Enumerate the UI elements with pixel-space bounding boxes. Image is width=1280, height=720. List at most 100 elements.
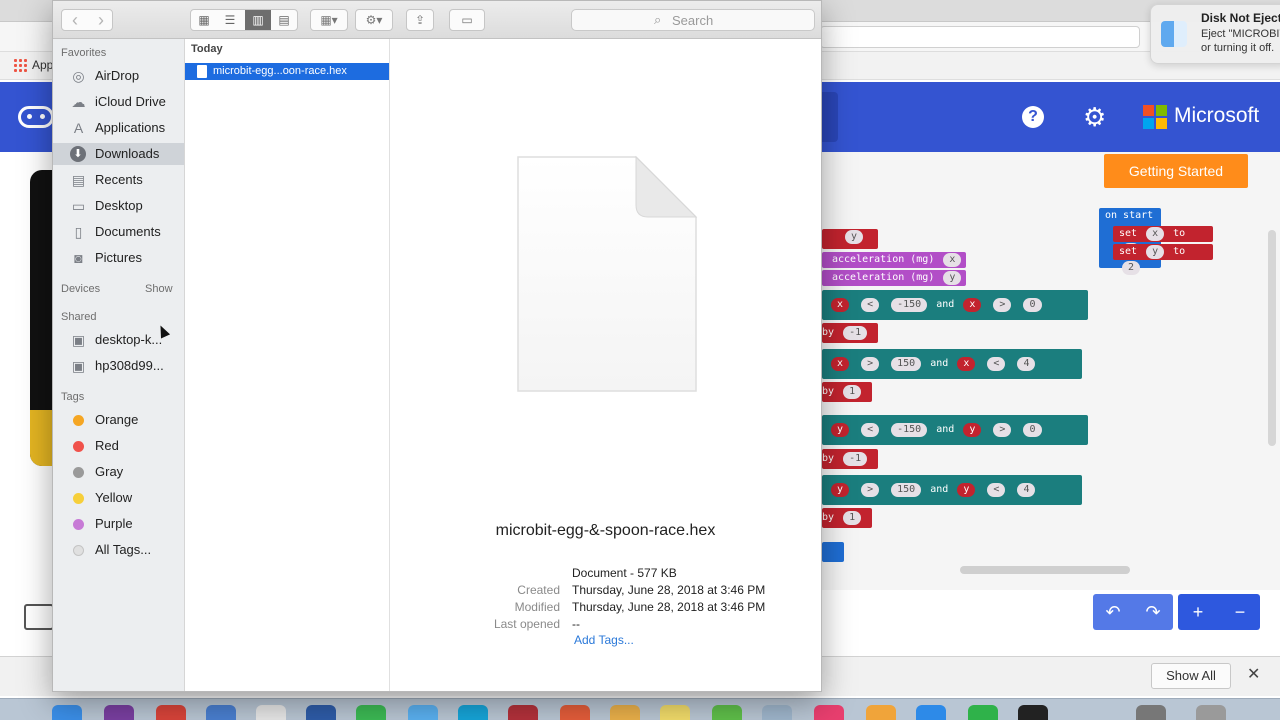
operator-pill[interactable]: >: [861, 483, 880, 497]
operator-pill[interactable]: >: [861, 357, 880, 371]
operator-pill[interactable]: >: [993, 298, 1012, 312]
change-by-block[interactable]: by 1: [822, 382, 872, 402]
sidebar-item-shared-desktop[interactable]: ▣ desktop-k...: [53, 329, 184, 351]
dock-app-icon[interactable]: [660, 705, 690, 720]
var-y-pill[interactable]: y: [957, 483, 976, 497]
file-row-selected[interactable]: microbit-egg...oon-race.hex: [185, 63, 389, 80]
sidebar-tag-yellow[interactable]: Yellow: [53, 487, 184, 509]
sidebar-all-tags[interactable]: All Tags...: [53, 539, 184, 561]
help-icon[interactable]: ?: [1022, 106, 1044, 128]
add-tags-link[interactable]: Add Tags...: [574, 633, 634, 647]
dock-app-icon[interactable]: [206, 705, 236, 720]
dock-app-icon[interactable]: [256, 705, 286, 720]
code-block[interactable]: y: [822, 229, 878, 249]
value-pill[interactable]: -1: [843, 326, 868, 340]
axis-y-pill[interactable]: y: [943, 271, 962, 285]
dock-app-icon[interactable]: [1018, 705, 1048, 720]
sidebar-item-recents[interactable]: ▤ Recents: [53, 169, 184, 191]
value-pill[interactable]: 150: [891, 483, 922, 497]
dock-app-icon[interactable]: [458, 705, 488, 720]
compare-block[interactable]: x > 150 and x < 4: [822, 349, 1082, 379]
workspace-horizontal-scrollbar[interactable]: [960, 566, 1130, 574]
collapse-simulator-button[interactable]: [24, 604, 54, 630]
change-by-block[interactable]: by 1: [822, 508, 872, 528]
sidebar-item-icloud-drive[interactable]: ☁ iCloud Drive: [53, 91, 184, 113]
arrange-button[interactable]: ▦▾: [310, 9, 348, 31]
value-pill[interactable]: -150: [891, 298, 928, 312]
operator-pill[interactable]: <: [987, 483, 1006, 497]
code-block[interactable]: [822, 542, 844, 562]
operator-pill[interactable]: >: [993, 423, 1012, 437]
value-pill[interactable]: -150: [891, 423, 928, 437]
gear-icon[interactable]: ⚙: [1083, 104, 1106, 130]
dock-app-icon[interactable]: [712, 705, 742, 720]
var-x-pill[interactable]: x: [957, 357, 976, 371]
sidebar-item-documents[interactable]: ▯ Documents: [53, 221, 184, 243]
apps-grid-icon[interactable]: [13, 58, 27, 72]
dock-app-icon[interactable]: [306, 705, 336, 720]
dock-app-icon[interactable]: [104, 705, 134, 720]
value-pill[interactable]: 150: [891, 357, 922, 371]
close-download-bar-icon[interactable]: ✕: [1247, 664, 1260, 684]
icon-view-icon[interactable]: ▦: [191, 10, 217, 30]
var-x-pill[interactable]: x: [831, 357, 850, 371]
sidebar-tag-orange[interactable]: Orange: [53, 409, 184, 431]
dock-app-icon[interactable]: [1136, 705, 1166, 720]
value-pill[interactable]: 4: [1017, 357, 1036, 371]
operator-pill[interactable]: <: [861, 298, 880, 312]
list-view-icon[interactable]: ☰: [217, 10, 243, 30]
set-x-block[interactable]: set x to 2: [1113, 226, 1213, 257]
operator-pill[interactable]: <: [861, 423, 880, 437]
sidebar-item-shared-hp[interactable]: ▣ hp308d99...: [53, 355, 184, 377]
dock-trash-icon[interactable]: [1196, 705, 1226, 720]
var-y-pill[interactable]: y: [963, 423, 982, 437]
action-button[interactable]: ⚙▾: [355, 9, 393, 31]
url-field[interactable]: [820, 26, 1140, 48]
dock-app-icon[interactable]: [156, 705, 186, 720]
dock-app-icon[interactable]: [916, 705, 946, 720]
undo-button[interactable]: ↶: [1093, 594, 1133, 630]
back-button[interactable]: ‹: [62, 10, 88, 30]
disk-not-ejected-notification[interactable]: Disk Not Ejected Eject "MICROBIT" before…: [1150, 4, 1280, 64]
var-x-pill[interactable]: x: [1146, 227, 1165, 241]
compare-block[interactable]: y > 150 and y < 4: [822, 475, 1082, 505]
forward-button[interactable]: ›: [88, 10, 114, 30]
project-name-box[interactable]: [820, 92, 838, 142]
sidebar-tag-red[interactable]: Red: [53, 435, 184, 457]
sidebar-item-desktop[interactable]: ▭ Desktop: [53, 195, 184, 217]
operator-pill[interactable]: <: [987, 357, 1006, 371]
sidebar-tag-gray[interactable]: Gray: [53, 461, 184, 483]
dock-app-icon[interactable]: [52, 705, 82, 720]
value-pill[interactable]: 1: [843, 511, 862, 525]
gallery-view-icon[interactable]: ▤: [271, 10, 297, 30]
sidebar-item-airdrop[interactable]: ◎ AirDrop: [53, 65, 184, 87]
value-pill[interactable]: 0: [1023, 298, 1042, 312]
var-x-pill[interactable]: x: [831, 298, 850, 312]
change-by-block[interactable]: by -1: [822, 449, 878, 469]
search-input[interactable]: ⌕ Search: [571, 9, 815, 31]
compare-block[interactable]: x < -150 and x > 0: [822, 290, 1088, 320]
var-y-pill[interactable]: y: [845, 230, 864, 244]
devices-show-toggle[interactable]: Show: [145, 283, 173, 295]
dock-app-icon[interactable]: [610, 705, 640, 720]
microbit-logo-icon[interactable]: [18, 106, 54, 128]
dock-app-icon[interactable]: [508, 705, 538, 720]
tags-button[interactable]: ▭: [449, 9, 485, 31]
var-x-pill[interactable]: x: [963, 298, 982, 312]
column-view-icon[interactable]: ▥: [245, 10, 271, 30]
value-pill[interactable]: 0: [1023, 423, 1042, 437]
dock-app-icon[interactable]: [814, 705, 844, 720]
workspace-vertical-scrollbar[interactable]: [1268, 230, 1276, 446]
redo-button[interactable]: ↷: [1133, 594, 1173, 630]
sidebar-tag-purple[interactable]: Purple: [53, 513, 184, 535]
value-pill[interactable]: 1: [843, 385, 862, 399]
sidebar-item-pictures[interactable]: ◙ Pictures: [53, 247, 184, 269]
var-y-pill[interactable]: y: [1146, 245, 1165, 259]
show-all-downloads-button[interactable]: Show All: [1151, 663, 1231, 689]
value-pill[interactable]: -1: [843, 452, 868, 466]
axis-x-pill[interactable]: x: [943, 253, 962, 267]
set-y-block[interactable]: set y to 2: [1113, 244, 1213, 275]
sidebar-item-applications[interactable]: A Applications: [53, 117, 184, 139]
value-pill[interactable]: 2: [1122, 261, 1141, 275]
sidebar-item-downloads[interactable]: ⬇ Downloads: [53, 143, 184, 165]
